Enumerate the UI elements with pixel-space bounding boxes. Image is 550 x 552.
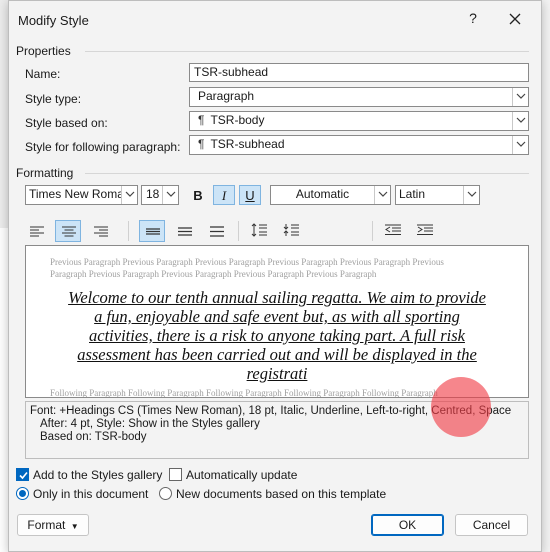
increase-paragraph-spacing-button[interactable] [245,219,271,241]
name-field[interactable]: TSR-subhead [189,63,529,82]
format-button-label: Format [27,518,66,532]
chevron-down-icon [374,186,390,204]
name-label: Name: [25,67,61,81]
one-half-spacing-button[interactable] [171,220,197,242]
cursor-highlight [431,377,491,437]
style-type-value: Paragraph [198,89,255,103]
double-spacing-button[interactable] [203,220,229,242]
formatting-divider [85,173,529,174]
toolbar-separator [238,221,239,241]
align-left-icon [30,226,44,237]
script-dropdown[interactable]: Latin [395,185,480,205]
following-style-dropdown[interactable]: ¶ TSR-subhead [189,135,529,155]
auto-update-checkbox[interactable] [169,468,182,481]
only-this-document-label[interactable]: Only in this document [33,487,148,501]
align-right-button[interactable] [87,220,113,242]
increase-indent-icon [417,224,433,235]
chevron-down-icon [512,88,528,106]
add-to-gallery-checkbox[interactable] [16,468,29,481]
chevron-down-icon [463,186,479,204]
properties-section-label: Properties [16,44,71,58]
formatting-section-label: Formatting [16,166,74,180]
properties-divider [85,51,529,52]
paragraph-icon: ¶ [198,137,205,151]
align-left-button[interactable] [23,220,49,242]
increase-spacing-icon [251,223,267,237]
preview-following-line: Following Paragraph Following Paragraph … [50,388,438,398]
title-bar: Modify Style ? [9,1,541,39]
preview-sample-text: Welcome to our tenth annual sailing rega… [68,288,486,383]
font-color-value: Automatic [295,187,350,201]
based-on-dropdown[interactable]: ¶ TSR-body [189,111,529,131]
chevron-down-icon [512,112,528,130]
align-center-button[interactable] [55,220,81,242]
font-size-value: 18 [146,187,160,201]
ok-button[interactable]: OK [371,514,444,536]
checkmark-icon [19,471,28,480]
chevron-down-icon [162,186,178,204]
new-documents-radio[interactable] [159,487,172,500]
increase-indent-button[interactable] [411,219,437,241]
chevron-down-icon [512,136,528,154]
font-color-dropdown[interactable]: Automatic [270,185,391,205]
double-spacing-icon [210,226,224,237]
paragraph-icon: ¶ [198,113,205,127]
new-documents-label[interactable]: New documents based on this template [176,487,386,501]
font-dropdown[interactable]: Times New Roman [25,185,138,205]
toolbar-separator [372,221,373,241]
decrease-indent-button[interactable] [379,219,405,241]
close-icon [509,13,521,25]
preview-previous-line: Paragraph Previous Paragraph Previous Pa… [50,269,377,279]
dialog-title: Modify Style [18,13,89,28]
auto-update-label[interactable]: Automatically update [186,468,297,482]
style-type-label: Style type: [25,92,82,106]
cancel-button[interactable]: Cancel [455,514,528,536]
add-to-gallery-label[interactable]: Add to the Styles gallery [33,468,162,482]
single-spacing-button[interactable] [139,220,165,242]
single-spacing-icon [146,228,160,235]
based-on-value: TSR-body [210,113,265,127]
modify-style-dialog: Modify Style ? Properties Name: TSR-subh… [8,0,542,552]
close-button[interactable] [503,7,527,31]
underline-button[interactable]: U [239,185,261,205]
format-menu-button[interactable]: Format ▼ [17,514,89,536]
font-size-dropdown[interactable]: 18 [141,185,179,205]
script-value: Latin [399,187,426,201]
help-button[interactable]: ? [461,10,485,30]
bold-button[interactable]: B [187,185,209,205]
decrease-paragraph-spacing-button[interactable] [277,219,303,241]
preview-previous-line: Previous Paragraph Previous Paragraph Pr… [50,257,444,267]
following-label: Style for following paragraph: [25,140,181,154]
chevron-down-icon [121,186,137,204]
only-this-document-radio[interactable] [16,487,29,500]
caret-down-icon: ▼ [70,522,79,531]
italic-button[interactable]: I [213,185,235,205]
decrease-spacing-icon [283,224,299,236]
align-right-icon [94,226,108,237]
toolbar-separator [128,221,129,241]
decrease-indent-icon [385,224,401,235]
style-type-dropdown[interactable]: Paragraph [189,87,529,107]
style-preview: Previous Paragraph Previous Paragraph Pr… [25,245,529,398]
based-on-label: Style based on: [25,116,108,130]
font-value: Times New Roman [29,187,131,201]
align-center-icon [62,226,76,237]
one-half-spacing-icon [178,227,192,236]
following-value: TSR-subhead [210,137,285,151]
